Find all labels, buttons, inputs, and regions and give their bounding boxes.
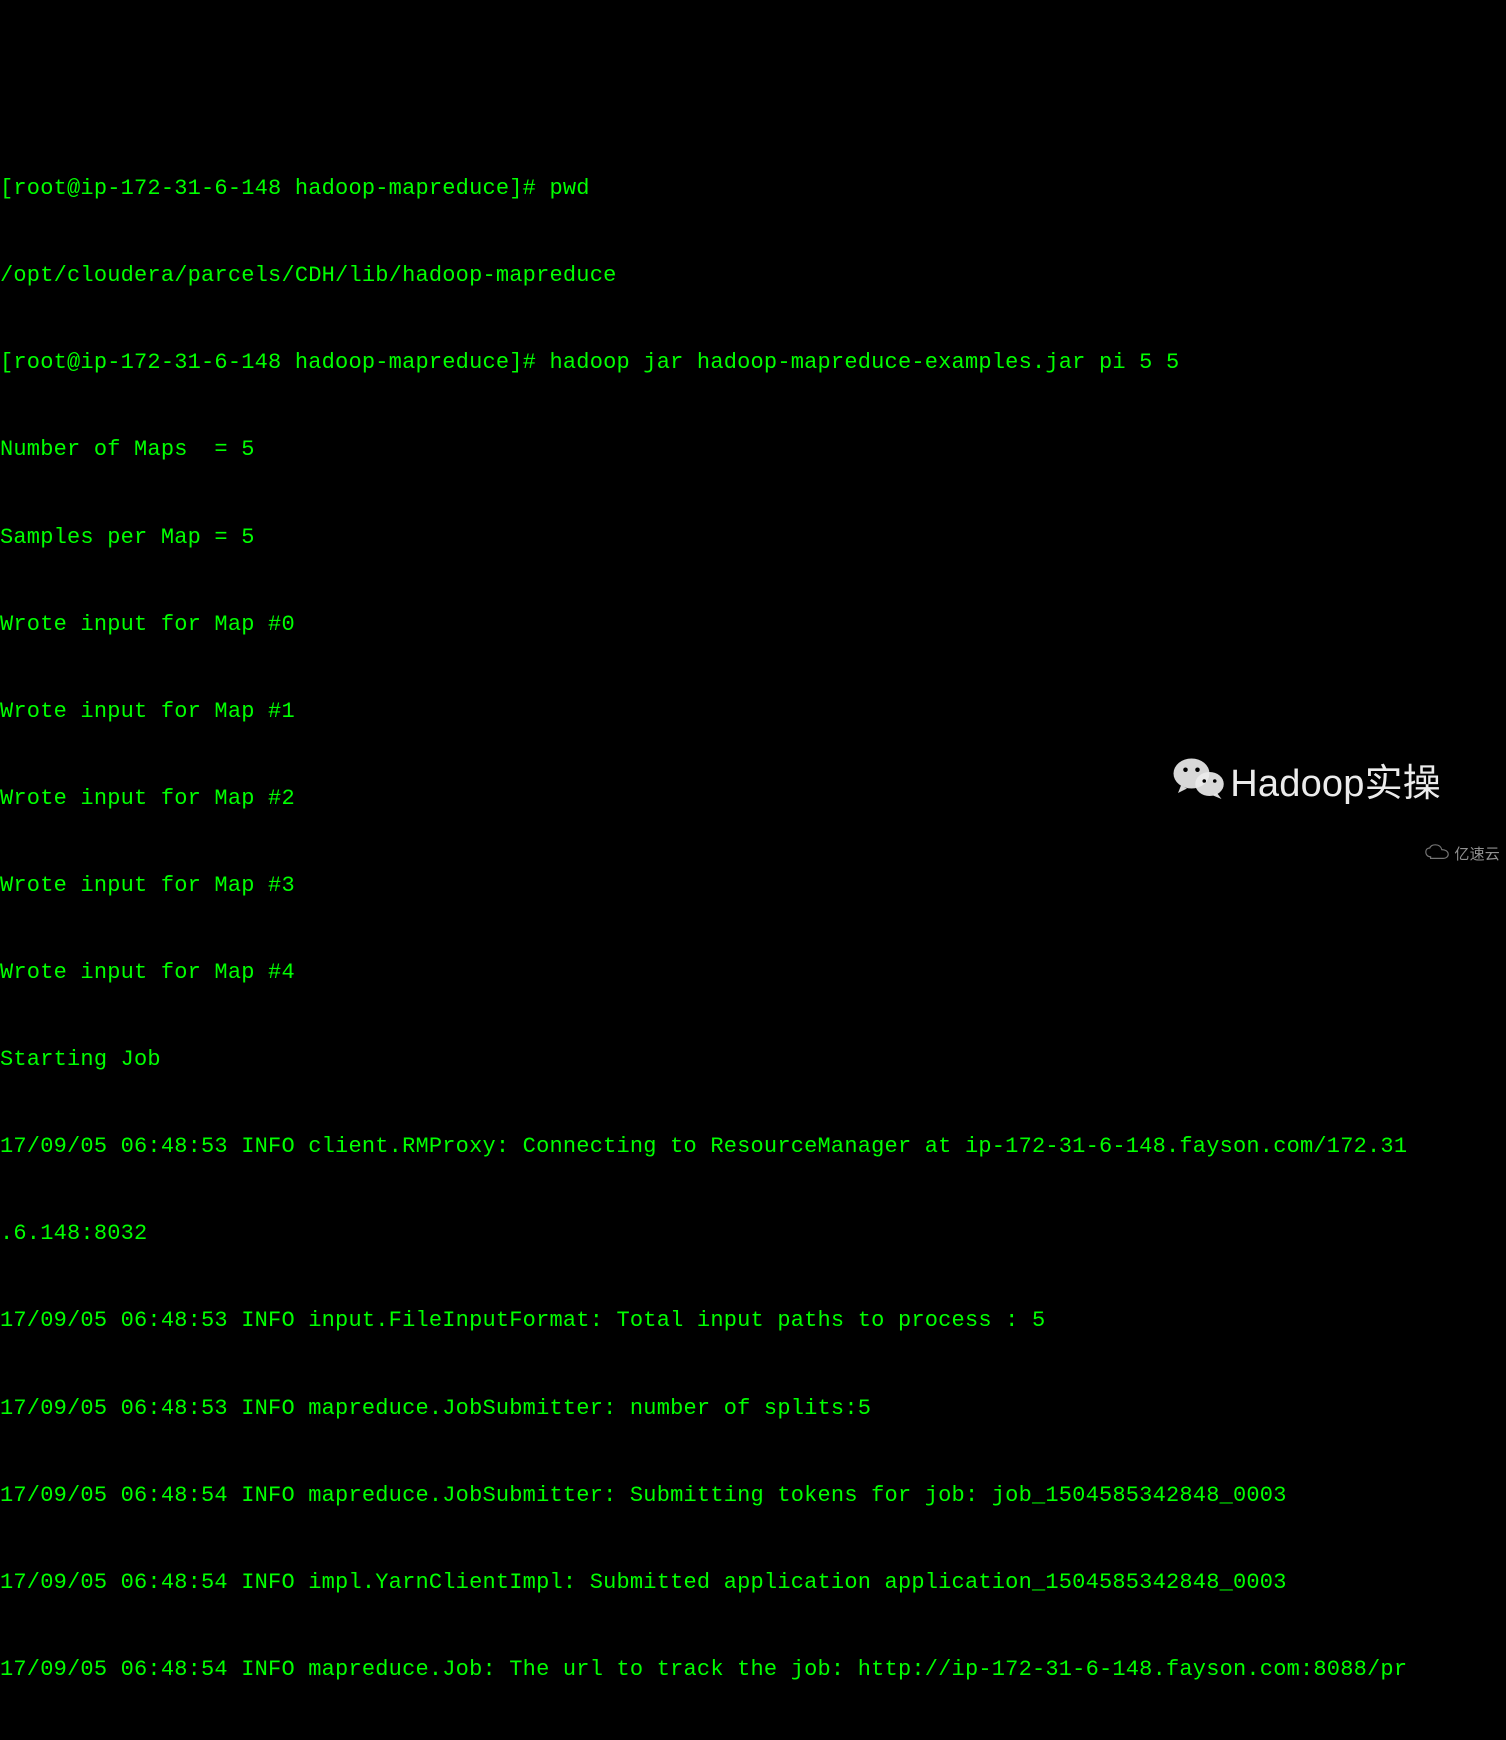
terminal-line: /opt/cloudera/parcels/CDH/lib/hadoop-map… xyxy=(0,261,1506,290)
terminal-line: Number of Maps = 5 xyxy=(0,435,1506,464)
cloud-icon xyxy=(1424,844,1450,866)
terminal-line: [root@ip-172-31-6-148 hadoop-mapreduce]#… xyxy=(0,348,1506,377)
wechat-watermark: Hadoop实操 xyxy=(1172,754,1441,815)
terminal-line: 17/09/05 06:48:53 INFO mapreduce.JobSubm… xyxy=(0,1394,1506,1423)
terminal-line: 17/09/05 06:48:53 INFO client.RMProxy: C… xyxy=(0,1132,1506,1161)
terminal-line: Starting Job xyxy=(0,1045,1506,1074)
yisu-watermark-label: 亿速云 xyxy=(1454,845,1500,865)
terminal-line: 17/09/05 06:48:54 INFO impl.YarnClientIm… xyxy=(0,1568,1506,1597)
terminal-line: .6.148:8032 xyxy=(0,1219,1506,1248)
terminal-line: Wrote input for Map #0 xyxy=(0,610,1506,639)
yisu-watermark: 亿速云 xyxy=(1424,844,1500,866)
terminal-line: [root@ip-172-31-6-148 hadoop-mapreduce]#… xyxy=(0,174,1506,203)
terminal-line: Wrote input for Map #3 xyxy=(0,871,1506,900)
terminal-line: Wrote input for Map #4 xyxy=(0,958,1506,987)
terminal-line: 17/09/05 06:48:54 INFO mapreduce.Job: Th… xyxy=(0,1655,1506,1684)
terminal-line: 17/09/05 06:48:54 INFO mapreduce.JobSubm… xyxy=(0,1481,1506,1510)
terminal-output[interactable]: [root@ip-172-31-6-148 hadoop-mapreduce]#… xyxy=(0,116,1506,1740)
terminal-line: Wrote input for Map #1 xyxy=(0,697,1506,726)
wechat-watermark-label: Hadoop实操 xyxy=(1230,759,1441,809)
terminal-line: Samples per Map = 5 xyxy=(0,523,1506,552)
terminal-line: 17/09/05 06:48:53 INFO input.FileInputFo… xyxy=(0,1306,1506,1335)
wechat-icon xyxy=(1172,754,1226,815)
